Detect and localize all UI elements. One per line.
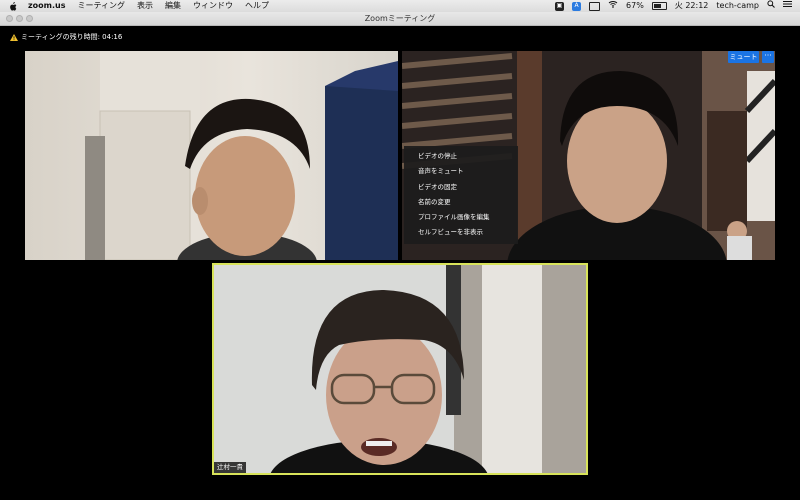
minimize-window-button[interactable] <box>16 15 23 22</box>
more-options-button[interactable]: ··· <box>762 51 774 63</box>
input-method-icon[interactable]: A <box>572 1 582 11</box>
menu-item-stop-video[interactable]: ビデオの停止 <box>404 149 518 164</box>
timer-text: ミーティングの残り時間: 04:16 <box>21 33 123 41</box>
menu-window[interactable]: ウィンドウ <box>193 0 233 12</box>
warning-icon <box>10 33 18 41</box>
video-context-menu: ビデオの停止 音声をミュート ビデオの固定 名前の変更 プロファイル画像を編集 … <box>404 146 518 244</box>
app-menu[interactable]: zoom.us <box>28 0 65 12</box>
control-center-icon[interactable] <box>783 0 792 12</box>
wifi-icon[interactable] <box>608 0 618 12</box>
window-title: Zoomミーティング <box>364 14 436 23</box>
menu-item-pin-video[interactable]: ビデオの固定 <box>404 180 518 195</box>
menu-bar: zoom.us ミーティング 表示 編集 ウィンドウ ヘルプ ▣ A 67% 火… <box>0 0 800 12</box>
close-window-button[interactable] <box>6 15 13 22</box>
participant-name-tag: 辻村一貴 <box>214 462 246 473</box>
menu-meeting[interactable]: ミーティング <box>77 0 125 12</box>
participant-video-3[interactable] <box>212 263 588 475</box>
apple-icon[interactable] <box>8 1 18 11</box>
battery-icon[interactable] <box>651 2 667 10</box>
menubar-user[interactable]: tech-camp <box>716 0 759 12</box>
zoom-window-button[interactable] <box>26 15 33 22</box>
window-title-bar: Zoomミーティング <box>0 12 800 26</box>
menu-help[interactable]: ヘルプ <box>245 0 269 12</box>
participant-video-1[interactable] <box>25 51 398 260</box>
menubar-clock[interactable]: 火 22:12 <box>675 0 709 12</box>
menu-item-mute-audio[interactable]: 音声をミュート <box>404 164 518 179</box>
mute-button[interactable]: ミュート <box>728 51 759 63</box>
battery-percent: 67% <box>626 1 644 10</box>
menu-item-edit-profile-picture[interactable]: プロファイル画像を編集 <box>404 210 518 225</box>
zoom-status-icon[interactable]: ▣ <box>555 1 565 11</box>
menu-view[interactable]: 表示 <box>137 0 153 12</box>
spotlight-icon[interactable] <box>767 0 775 12</box>
screen-icon[interactable] <box>589 1 601 11</box>
meeting-time-remaining: ミーティングの残り時間: 04:16 <box>10 32 122 42</box>
menu-item-rename[interactable]: 名前の変更 <box>404 195 518 210</box>
menu-item-hide-self-view[interactable]: セルフビューを非表示 <box>404 225 518 240</box>
menu-edit[interactable]: 編集 <box>165 0 181 12</box>
